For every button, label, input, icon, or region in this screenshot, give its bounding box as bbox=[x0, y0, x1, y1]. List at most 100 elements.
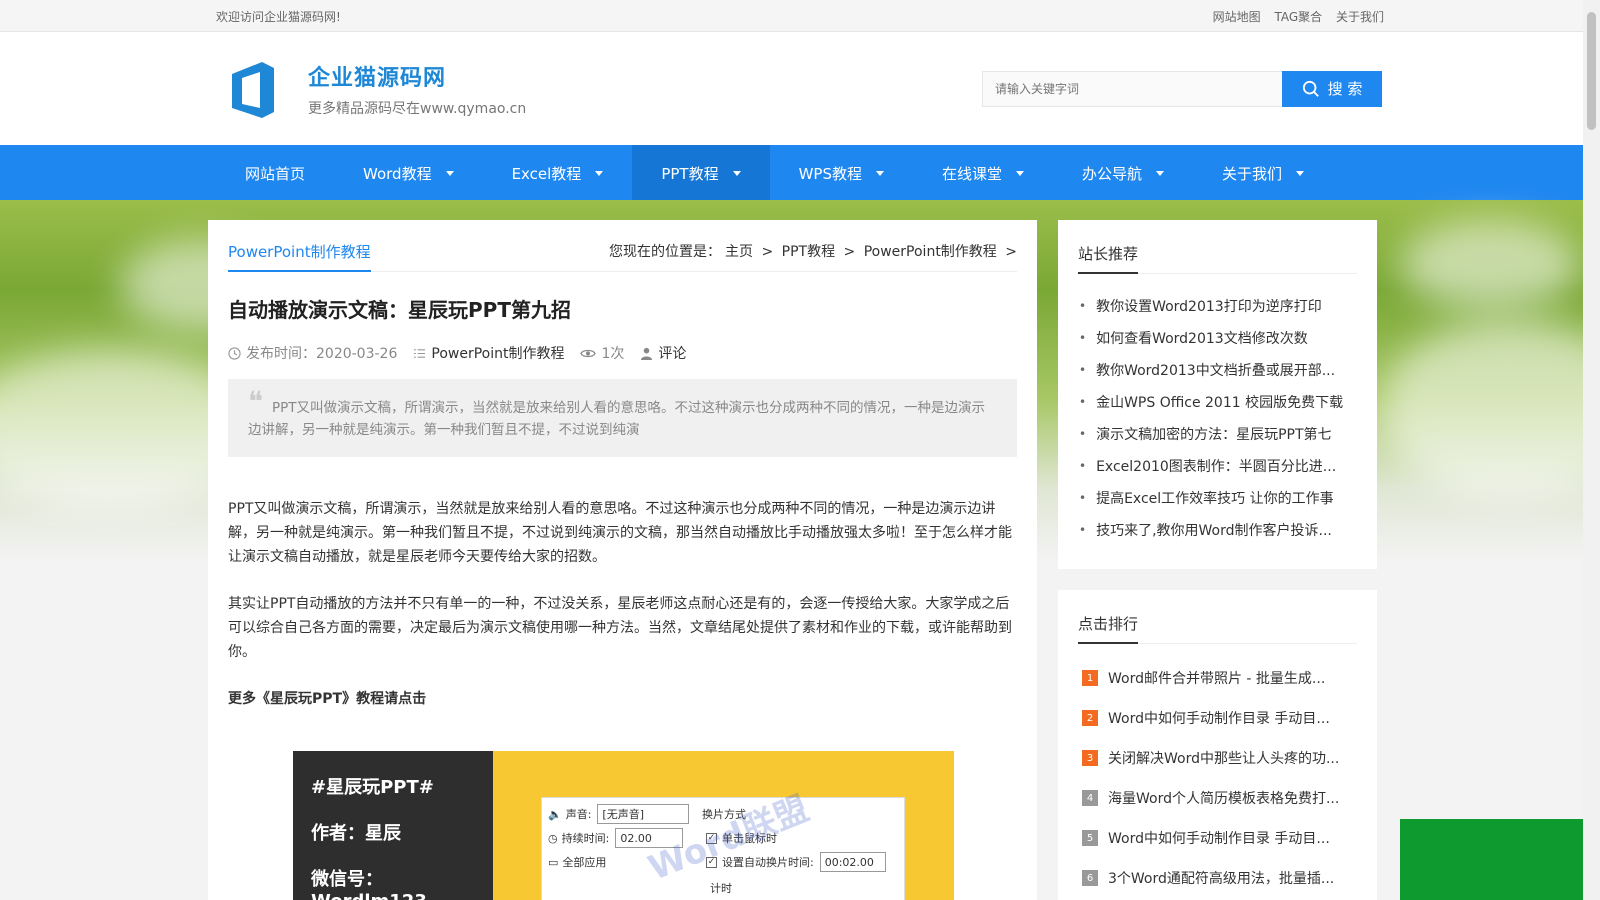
list-item[interactable]: 3 关闭解决Word中那些让人头疼的功... bbox=[1078, 738, 1357, 778]
article-summary: ❝ PPT又叫做演示文稿，所谓演示，当然就是放来给别人看的意思咯。不过这种演示也… bbox=[228, 379, 1017, 457]
top-bar: 欢迎访问企业猫源码网! 网站地图 TAG聚合 关于我们 bbox=[0, 0, 1600, 32]
meta-category-text: PowerPoint制作教程 bbox=[431, 346, 565, 362]
user-icon bbox=[641, 347, 653, 360]
breadcrumb: 您现在的位置是： 主页 > PPT教程 > PowerPoint制作教程 > bbox=[609, 241, 1017, 271]
top-link-tags[interactable]: TAG聚合 bbox=[1274, 10, 1322, 24]
sound-select: [无声音] bbox=[597, 804, 690, 824]
ranking-list: 1 Word邮件合并带照片 - 批量生成... 2 Word中如何手动制作目录 手动… bbox=[1078, 658, 1357, 898]
list-item[interactable]: 金山WPS Office 2011 校园版免费下载 bbox=[1078, 386, 1357, 418]
chevron-down-icon bbox=[1156, 170, 1165, 176]
list-item[interactable]: 5 Word中如何手动制作目录 手动目... bbox=[1078, 818, 1357, 858]
nav-item-excel[interactable]: Excel教程 bbox=[483, 145, 633, 201]
more-tutorials-link[interactable]: 更多《星辰玩PPT》教程请点击 bbox=[228, 687, 1017, 711]
rank-title: 关闭解决Word中那些让人头疼的功... bbox=[1108, 751, 1340, 767]
breadcrumb-category[interactable]: PowerPoint制作教程 bbox=[864, 244, 997, 260]
scrollbar-thumb[interactable] bbox=[1587, 12, 1596, 130]
category-title[interactable]: PowerPoint制作教程 bbox=[228, 241, 371, 272]
eye-icon bbox=[580, 349, 597, 357]
breadcrumb-separator: > bbox=[843, 244, 856, 260]
summary-text: PPT又叫做演示文稿，所谓演示，当然就是放来给别人看的意思咯。不过这种演示也分成… bbox=[248, 400, 986, 438]
recommend-panel: 站长推荐 教你设置Word2013打印为逆序打印 如何查看Word2013文档修… bbox=[1058, 220, 1377, 569]
article-content: PPT又叫做演示文稿，所谓演示，当然就是放来给别人看的意思咯。不过这种演示也分成… bbox=[228, 497, 1017, 711]
list-item[interactable]: 教你设置Word2013打印为逆序打印 bbox=[1078, 290, 1357, 322]
floating-green-box[interactable] bbox=[1400, 819, 1583, 900]
nav-item-wps[interactable]: WPS教程 bbox=[770, 145, 913, 201]
article-panel: PowerPoint制作教程 您现在的位置是： 主页 > PPT教程 > Powe… bbox=[208, 220, 1037, 900]
rank-title: Word中如何手动制作目录 手动目... bbox=[1108, 831, 1330, 847]
rank-title: Word中如何手动制作目录 手动目... bbox=[1108, 711, 1330, 727]
top-link-sitemap[interactable]: 网站地图 bbox=[1213, 10, 1261, 24]
breadcrumb-ppt[interactable]: PPT教程 bbox=[782, 244, 835, 260]
article-image: #星辰玩PPT# 作者：星辰 微信号：Wordlm123 🔈 声音: [无声音]… bbox=[293, 751, 954, 900]
clock-icon bbox=[228, 346, 241, 360]
list-item[interactable]: Excel2010图表制作：半圆百分比进... bbox=[1078, 450, 1357, 482]
list-item[interactable]: 技巧来了,教你用Word制作客户投诉... bbox=[1078, 514, 1357, 546]
welcome-text: 欢迎访问企业猫源码网! bbox=[216, 9, 341, 24]
list-icon bbox=[414, 348, 426, 358]
nav-label: WPS教程 bbox=[798, 164, 862, 183]
rank-badge: 5 bbox=[1082, 830, 1098, 846]
clock-icon: ◷ bbox=[548, 831, 558, 845]
rank-title: Word邮件合并带照片 - 批量生成... bbox=[1108, 671, 1326, 687]
search-icon bbox=[1302, 80, 1319, 97]
recommend-list: 教你设置Word2013打印为逆序打印 如何查看Word2013文档修改次数 教… bbox=[1078, 290, 1357, 546]
rank-badge: 1 bbox=[1082, 670, 1098, 686]
nav-item-about[interactable]: 关于我们 bbox=[1193, 145, 1333, 201]
rank-badge: 6 bbox=[1082, 870, 1098, 886]
duration-label: 持续时间: bbox=[561, 832, 610, 845]
logo-icon bbox=[232, 61, 274, 118]
chevron-down-icon bbox=[1296, 170, 1305, 176]
nav-item-classroom[interactable]: 在线课堂 bbox=[913, 145, 1053, 201]
chevron-down-icon bbox=[732, 170, 741, 176]
nav-item-word[interactable]: Word教程 bbox=[334, 145, 483, 201]
figure-tag: #星辰玩PPT# bbox=[311, 777, 434, 798]
nav-label: Word教程 bbox=[363, 164, 432, 183]
list-item[interactable]: 提高Excel工作效率技巧 让你的工作事 bbox=[1078, 482, 1357, 514]
paragraph: PPT又叫做演示文稿，所谓演示，当然就是放来给别人看的意思咯。不过这种演示也分成… bbox=[228, 501, 1012, 565]
list-item[interactable]: 教你Word2013中文档折叠或展开部... bbox=[1078, 354, 1357, 386]
nav-item-office-nav[interactable]: 办公导航 bbox=[1053, 145, 1193, 201]
nav-item-home[interactable]: 网站首页 bbox=[216, 145, 334, 201]
search-form: 搜 索 bbox=[982, 70, 1382, 107]
list-item[interactable]: 6 3个Word通配符高级用法，批量插... bbox=[1078, 858, 1357, 898]
apply-all-label: 全部应用 bbox=[562, 856, 607, 869]
nav-label: 办公导航 bbox=[1082, 164, 1143, 183]
rank-badge: 4 bbox=[1082, 790, 1098, 806]
search-button[interactable]: 搜 索 bbox=[1282, 70, 1382, 107]
nav-label: Excel教程 bbox=[511, 164, 582, 183]
nav-item-ppt[interactable]: PPT教程 bbox=[632, 145, 770, 201]
list-item[interactable]: 1 Word邮件合并带照片 - 批量生成... bbox=[1078, 658, 1357, 698]
breadcrumb-separator: > bbox=[1005, 244, 1017, 260]
list-item[interactable]: 4 海量Word个人简历模板表格免费打... bbox=[1078, 778, 1357, 818]
paragraph: 其实让PPT自动播放的方法并不只有单一的一种，不过没关系，星辰老师这点耐心还是有… bbox=[228, 596, 1012, 660]
top-link-about[interactable]: 关于我们 bbox=[1336, 10, 1384, 24]
meta-category[interactable]: PowerPoint制作教程 bbox=[413, 343, 564, 363]
quote-icon: ❝ bbox=[248, 385, 264, 418]
breadcrumb-separator: > bbox=[761, 244, 774, 260]
article-title: 自动播放演示文稿：星辰玩PPT第九招 bbox=[228, 298, 571, 322]
ranking-title: 点击排行 bbox=[1078, 613, 1139, 644]
breadcrumb-prefix: 您现在的位置是： bbox=[609, 244, 721, 260]
top-links: 网站地图 TAG聚合 关于我们 bbox=[1203, 8, 1384, 25]
meta-views: 1次 bbox=[580, 343, 624, 363]
list-item[interactable]: 演示文稿加密的方法：星辰玩PPT第七 bbox=[1078, 418, 1357, 450]
timing-label: 计时 bbox=[710, 882, 732, 895]
list-item[interactable]: 如何查看Word2013文档修改次数 bbox=[1078, 322, 1357, 354]
meta-comments[interactable]: 评论 bbox=[640, 343, 686, 363]
list-item[interactable]: 2 Word中如何手动制作目录 手动目... bbox=[1078, 698, 1357, 738]
rank-title: 海量Word个人简历模板表格免费打... bbox=[1108, 791, 1340, 807]
nav-label: 在线课堂 bbox=[941, 164, 1002, 183]
auto-time-field: 00:02.00 bbox=[819, 852, 886, 872]
chevron-down-icon bbox=[445, 170, 454, 176]
search-input[interactable] bbox=[982, 70, 1282, 107]
breadcrumb-home[interactable]: 主页 bbox=[725, 244, 753, 260]
rank-title: 3个Word通配符高级用法，批量插... bbox=[1108, 871, 1335, 887]
meta-date: 发布时间：2020-03-26 bbox=[228, 343, 397, 363]
page-scrollbar[interactable] bbox=[1583, 0, 1600, 900]
recommend-title: 站长推荐 bbox=[1078, 243, 1139, 274]
site-logo[interactable]: 企业猫源码网 更多精品源码尽在www.qymao.cn bbox=[216, 60, 526, 118]
site-header: 企业猫源码网 更多精品源码尽在www.qymao.cn 搜 索 bbox=[0, 32, 1600, 145]
site-title: 企业猫源码网 bbox=[308, 65, 447, 91]
main-nav: 网站首页 Word教程 Excel教程 PPT教程 WPS教程 在线课堂 办公导… bbox=[0, 145, 1600, 201]
chevron-down-icon bbox=[1016, 170, 1024, 176]
